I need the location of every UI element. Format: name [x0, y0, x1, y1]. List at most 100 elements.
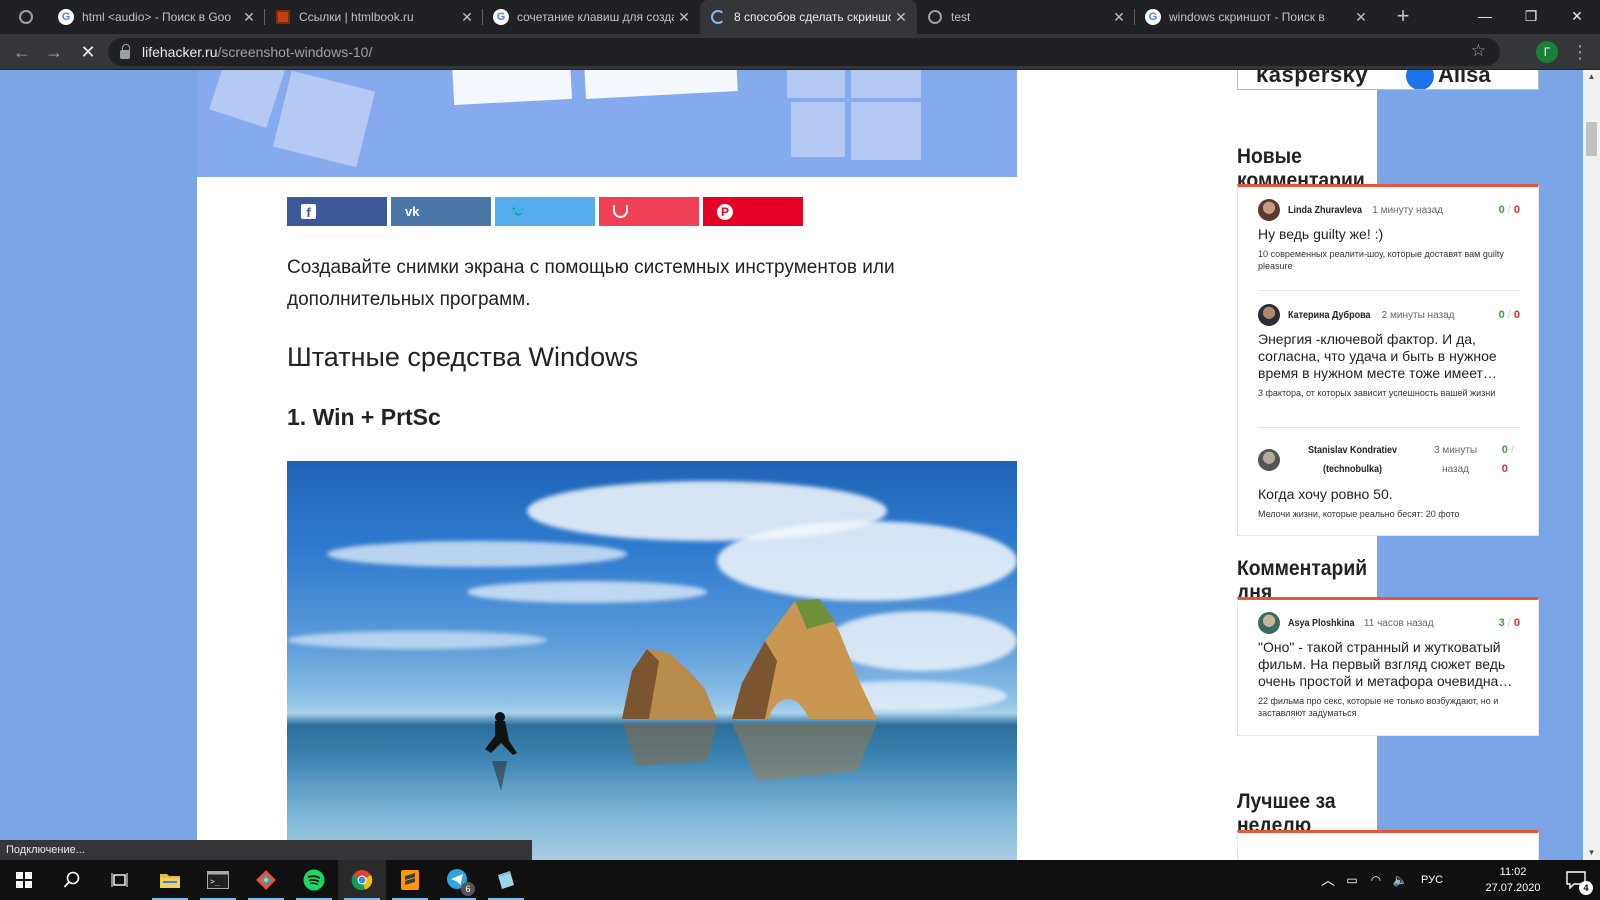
- comment-item[interactable]: Катерина Дуброва 2 минуты назад 0 / 0 Эн…: [1258, 303, 1520, 399]
- tab-title: сочетание клавиш для созда: [517, 10, 674, 24]
- scroll-down-arrow-icon[interactable]: ▼: [1583, 846, 1600, 860]
- share-twitter-button[interactable]: 🐦: [495, 197, 595, 226]
- avatar[interactable]: [1258, 304, 1280, 326]
- comment-votes: 0 / 0: [1498, 309, 1520, 321]
- twitter-icon: 🐦: [509, 203, 527, 219]
- share-pinterest-button[interactable]: P: [703, 197, 803, 226]
- avatar[interactable]: [1258, 449, 1280, 471]
- comment-item[interactable]: Stanislav Kondratiev (technobulka) 3 мин…: [1258, 440, 1520, 520]
- globe-icon: [927, 9, 943, 25]
- tab-close-icon[interactable]: ✕: [457, 9, 477, 26]
- browser-menu-icon[interactable]: ⋮: [1568, 38, 1592, 66]
- volume-icon[interactable]: 🔈: [1388, 873, 1412, 887]
- vote-up[interactable]: 3: [1499, 617, 1505, 629]
- avatar[interactable]: [1258, 199, 1280, 221]
- telegram-unread-badge: 6: [461, 882, 475, 896]
- battery-icon[interactable]: ▭: [1340, 873, 1364, 887]
- page-scrollbar[interactable]: ▲ ▼: [1583, 70, 1600, 860]
- vote-up[interactable]: 0: [1499, 204, 1505, 216]
- comment-time: 1 минуту назад: [1372, 204, 1443, 216]
- comment-author[interactable]: Linda Zhuravleva: [1288, 205, 1362, 216]
- sublime-icon[interactable]: [386, 860, 434, 900]
- comment-item[interactable]: Linda Zhuravleva 1 минуту назад 0 / 0 Ну…: [1258, 198, 1520, 272]
- maximize-button[interactable]: ❐: [1508, 0, 1554, 34]
- taskbar-clock[interactable]: 11:02 27.07.2020: [1478, 864, 1548, 896]
- tab-title: html <audio> - Поиск в Goo: [82, 10, 232, 24]
- comment-author[interactable]: Asya Ploshkina: [1288, 618, 1355, 629]
- comment-source-link[interactable]: 3 фактора, от которых зависит успешность…: [1258, 387, 1520, 399]
- share-pocket-button[interactable]: [599, 197, 699, 226]
- browser-status-bubble: Подключение...: [0, 840, 532, 860]
- comment-time: 2 минуты назад: [1381, 309, 1455, 321]
- lock-icon[interactable]: [120, 43, 130, 59]
- comment-time-suffix: назад: [1442, 464, 1470, 475]
- minimize-button[interactable]: —: [1462, 0, 1508, 34]
- start-icon[interactable]: [0, 860, 48, 900]
- terminal-icon[interactable]: >_: [194, 860, 242, 900]
- comment-source-link[interactable]: 22 фильма про секс, которые не только во…: [1258, 695, 1520, 719]
- tab-close-icon[interactable]: ✕: [674, 9, 694, 26]
- tab-2[interactable]: Ссылки | htmlbook.ru ✕: [265, 0, 483, 34]
- vk-icon: vk: [405, 204, 420, 219]
- tab-6[interactable]: G windows скриншот - Поиск в ✕: [1135, 0, 1377, 34]
- tab-1[interactable]: G html <audio> - Поиск в Goo ✕: [48, 0, 265, 34]
- tab-close-icon[interactable]: ✕: [891, 9, 911, 26]
- comment-text[interactable]: "Оно" - такой странный и жутковатый филь…: [1258, 639, 1520, 690]
- tab-title: 8 способов сделать скриншо: [734, 10, 891, 24]
- file-explorer-icon[interactable]: [146, 860, 194, 900]
- avatar[interactable]: [1258, 612, 1280, 634]
- tab-3[interactable]: G сочетание клавиш для созда ✕: [483, 0, 700, 34]
- scrollbar-thumb[interactable]: [1586, 122, 1597, 156]
- url-text[interactable]: lifehacker.ru/screenshot-windows-10/: [142, 44, 372, 60]
- tray-chevron-icon[interactable]: ︿: [1316, 870, 1340, 890]
- vote-down[interactable]: 0: [1502, 463, 1508, 475]
- forward-button[interactable]: →: [40, 38, 68, 66]
- address-bar[interactable]: lifehacker.ru/screenshot-windows-10/ ☆: [108, 38, 1500, 66]
- chrome-icon[interactable]: [338, 860, 386, 900]
- action-center-icon[interactable]: 4: [1552, 860, 1600, 900]
- url-path: /screenshot-windows-10/: [217, 44, 373, 60]
- comment-text[interactable]: Ну ведь guilty же! :): [1258, 226, 1520, 243]
- tab-close-icon[interactable]: ✕: [1109, 9, 1129, 26]
- telegram-icon[interactable]: 6: [434, 860, 482, 900]
- tab-close-icon[interactable]: ✕: [239, 9, 259, 26]
- vote-up[interactable]: 0: [1502, 444, 1508, 456]
- task-view-icon[interactable]: [96, 860, 144, 900]
- git-icon[interactable]: [242, 860, 290, 900]
- share-facebook-button[interactable]: f: [287, 197, 387, 226]
- tab-search-tabs[interactable]: [0, 0, 48, 34]
- comment-author[interactable]: Stanislav Kondratiev: [1308, 441, 1397, 460]
- tab-5[interactable]: test ✕: [917, 0, 1135, 34]
- tab-search-icon[interactable]: [18, 9, 34, 25]
- comment-votes: 3 / 0: [1498, 617, 1520, 629]
- search-icon[interactable]: [48, 860, 96, 900]
- kaspersky-alisa-banner[interactable]: kaspersky Alisa: [1237, 70, 1539, 90]
- vote-down[interactable]: 0: [1514, 204, 1520, 216]
- share-vk-button[interactable]: vk: [391, 197, 491, 226]
- bookmark-star-icon[interactable]: ☆: [1471, 41, 1486, 61]
- comment-source-link[interactable]: 10 современных реалити-шоу, которые дост…: [1258, 248, 1520, 272]
- tab-close-icon[interactable]: ✕: [1351, 9, 1371, 26]
- profile-avatar[interactable]: Г: [1536, 41, 1558, 63]
- stop-loading-button[interactable]: ✕: [74, 38, 102, 66]
- spotify-icon[interactable]: [290, 860, 338, 900]
- comment-text[interactable]: Энергия -ключевой фактор. И да, согласна…: [1258, 331, 1520, 382]
- tab-4-active[interactable]: 8 способов сделать скриншо ✕: [700, 0, 917, 34]
- vote-down[interactable]: 0: [1514, 617, 1520, 629]
- notepad-icon[interactable]: [482, 860, 530, 900]
- comment-source-link[interactable]: Мелочи жизни, которые реально бесят: 20 …: [1258, 508, 1520, 520]
- comment-author-handle[interactable]: (technobulka): [1308, 460, 1397, 479]
- back-button[interactable]: ←: [8, 38, 36, 66]
- facebook-icon: f: [301, 204, 316, 220]
- language-indicator[interactable]: РУС: [1412, 874, 1452, 886]
- wifi-icon[interactable]: ◠: [1364, 873, 1388, 887]
- scroll-up-arrow-icon[interactable]: ▲: [1583, 70, 1600, 84]
- comment-author[interactable]: Катерина Дуброва: [1288, 310, 1371, 321]
- vote-up[interactable]: 0: [1499, 309, 1505, 321]
- comment-votes: 0 / 0: [1501, 444, 1514, 475]
- comment-text[interactable]: Когда хочу ровно 50.: [1258, 486, 1520, 503]
- comment-item[interactable]: Asya Ploshkina 11 часов назад 3 / 0 "Оно…: [1258, 611, 1520, 719]
- new-tab-button[interactable]: +: [1390, 4, 1416, 30]
- vote-down[interactable]: 0: [1514, 309, 1520, 321]
- close-window-button[interactable]: ✕: [1554, 0, 1600, 34]
